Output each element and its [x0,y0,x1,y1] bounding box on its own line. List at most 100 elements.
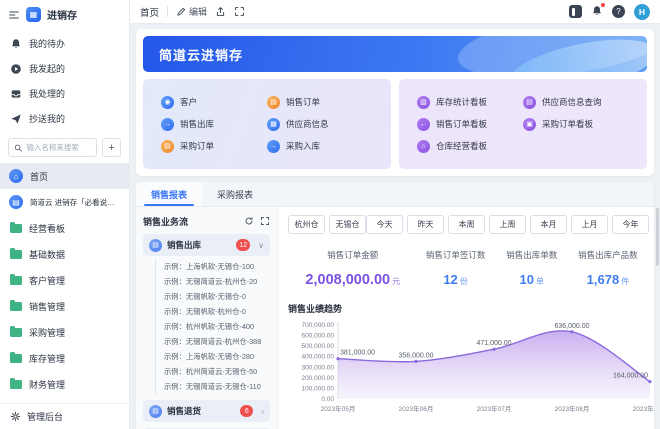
sidebar-folder-item[interactable]: 客户管理 [0,267,129,293]
list-item[interactable]: 示例：杭州简道云-无锡仓-50 [164,364,270,379]
quick-link-icon: ▣ [523,118,536,131]
dashboard: 销售业务流 ▤ 销售出库 12 ∨ [136,207,654,429]
sidebar-folder-item[interactable]: 采购管理 [0,319,129,345]
period-filter-button[interactable]: 上周 [489,215,526,234]
panel-toggle-icon[interactable] [569,5,582,18]
quick-link-label: 仓库经营看板 [436,140,487,152]
quick-link-icon: ◉ [161,96,174,109]
quick-link[interactable]: ▤ 采购订单 [161,140,267,153]
list-item[interactable]: 示例：无锡简道云-杭州仓-20 [164,274,270,289]
warehouse-filter-button[interactable]: 杭州仓 [288,215,325,234]
period-filter-button[interactable]: 今天 [366,215,403,234]
warehouse-filter-group: 杭州仓 无锡仓 [288,215,366,234]
quick-link[interactable]: ▦ 供应商信息 [267,118,373,131]
sidebar-folder-item[interactable]: 基础数据 [0,241,129,267]
period-filter-button[interactable]: 今年 [612,215,649,234]
sidebar-header: ▦ 进销存 [0,0,129,27]
sales-trend-chart: 0.00100,000.00200,000.00300,000.00400,00… [288,317,654,415]
kpi-unit: 单 [536,277,544,286]
list-item[interactable]: 示例：无锡帆软-无锡仓-0 [164,289,270,304]
svg-text:164,000.00: 164,000.00 [613,373,648,380]
collapse-menu-icon[interactable] [8,9,20,21]
app-logo-icon: ▦ [26,7,41,22]
sidebar-item-processed[interactable]: 我处理的 [0,81,129,106]
send-icon [10,113,22,125]
quick-link-label: 供应商信息查询 [542,96,602,108]
expand-icon[interactable] [260,216,270,226]
list-item[interactable]: 示例：无锡帆软-杭州仓-0 [164,304,270,319]
quick-link[interactable]: → 销售出库 [161,118,267,131]
sidebar-item-home[interactable]: ⌂ 首页 [0,163,129,189]
outbound-item-list: 示例：上海帆软-无锡仓-100 示例：无锡简道云-杭州仓-20 示例：无锡帆软-… [155,259,270,394]
kpi-number: 12 [443,272,457,287]
sidebar-item-cc[interactable]: 抄送我的 [0,106,129,131]
list-item[interactable]: 示例：无锡简道云-杭州仓-388 [164,334,270,349]
kpi-label: 销售订单金额 [288,249,417,261]
period-filter-button[interactable]: 昨天 [407,215,444,234]
sidebar-folder-item[interactable]: 财务管理 [0,371,129,397]
list-item[interactable]: 示例：无锡简道云-无锡仓-110 [164,379,270,394]
quick-link[interactable]: ▤ 供应商信息查询 [523,96,629,109]
refresh-icon[interactable] [244,216,254,226]
sidebar-item-guide[interactable]: ▤ 简道云 进销存「必看说明」 [0,189,129,215]
flow-group-outbound[interactable]: ▤ 销售出库 12 ∨ [143,234,270,256]
pencil-icon [176,7,186,17]
quick-link-icon: ▦ [267,118,280,131]
sidebar: ▦ 进销存 我的待办 我发起的 我处理的 抄送我的 [0,0,130,429]
share-icon[interactable] [215,6,226,17]
folder-icon [10,380,22,389]
quick-link[interactable]: → 采购入库 [267,140,373,153]
quick-link[interactable]: ◉ 客户 [161,96,267,109]
quick-link[interactable]: ▣ 采购订单看板 [523,118,629,131]
quick-link-icon: ← [417,118,430,131]
admin-console-button[interactable]: 管理后台 [0,403,129,429]
quick-links-row: ◉ 客户 ▤ 销售订单 → 销售出库 [143,79,647,169]
list-item[interactable]: 示例：上海帆软-无锡仓-100 [164,259,270,274]
sidebar-item-todo[interactable]: 我的待办 [0,31,129,56]
kpi-label: 销售出库产品数 [570,249,646,261]
flow-group-returns[interactable]: ▤ 销售退货 6 › [143,400,270,422]
edit-button[interactable]: 编辑 [176,5,207,18]
sidebar-item-initiated[interactable]: 我发起的 [0,56,129,81]
search-input[interactable] [26,143,91,152]
tab-sales-report[interactable]: 销售报表 [136,182,202,206]
document-icon: ▤ [149,239,162,252]
quick-link-icon: ▤ [523,96,536,109]
sales-flow-panel: 销售业务流 ▤ 销售出库 12 ∨ [136,207,278,429]
sidebar-folder-item[interactable]: 销售管理 [0,293,129,319]
scrollbar[interactable] [656,208,659,266]
quick-link[interactable]: ▥ 库存统计看板 [417,96,523,109]
quick-link[interactable]: ← 销售订单看板 [417,118,523,131]
quick-link[interactable]: ⌂ 仓库经营看板 [417,140,523,153]
workflow-nav: 我的待办 我发起的 我处理的 抄送我的 [0,27,129,133]
gear-icon [10,411,21,422]
count-badge: 12 [236,239,250,251]
help-icon[interactable]: ? [612,5,625,18]
period-filter-button[interactable]: 本周 [448,215,485,234]
report-board: 杭州仓 无锡仓 今天 昨天 [278,207,654,429]
notifications-button[interactable] [591,5,603,19]
list-item[interactable]: 示例：杭州帆软-无锡仓-400 [164,319,270,334]
quick-link[interactable]: ▤ 销售订单 [267,96,373,109]
list-item[interactable]: 示例：上海帆软-无锡仓-280 [164,349,270,364]
search-box[interactable] [8,138,97,157]
chevron-right-icon[interactable]: › [261,407,264,416]
fullscreen-icon[interactable] [234,6,245,17]
quick-links-sales: ◉ 客户 ▤ 销售订单 → 销售出库 [143,79,391,169]
avatar[interactable]: H [634,4,650,20]
tab-purchase-report[interactable]: 采购报表 [202,182,268,206]
chart-title: 销售业绩趋势 [288,302,646,315]
app-banner: 简道云进销存 [143,36,647,72]
sidebar-folder-item[interactable]: 库存管理 [0,345,129,371]
period-filter-button[interactable]: 上月 [571,215,608,234]
warehouse-filter-button[interactable]: 无锡仓 [329,215,366,234]
welcome-card: 简道云进销存 ◉ 客户 ▤ 销售订单 [136,29,654,176]
chevron-down-icon[interactable]: ∨ [258,241,264,250]
quick-link-label: 库存统计看板 [436,96,487,108]
quick-link-label: 销售订单 [286,96,320,108]
sidebar-folder-item[interactable]: 经营看板 [0,215,129,241]
banner-title: 简道云进销存 [159,45,243,64]
add-button[interactable]: + [102,138,121,157]
app-window: ▦ 进销存 我的待办 我发起的 我处理的 抄送我的 [0,0,660,429]
period-filter-button[interactable]: 本月 [530,215,567,234]
